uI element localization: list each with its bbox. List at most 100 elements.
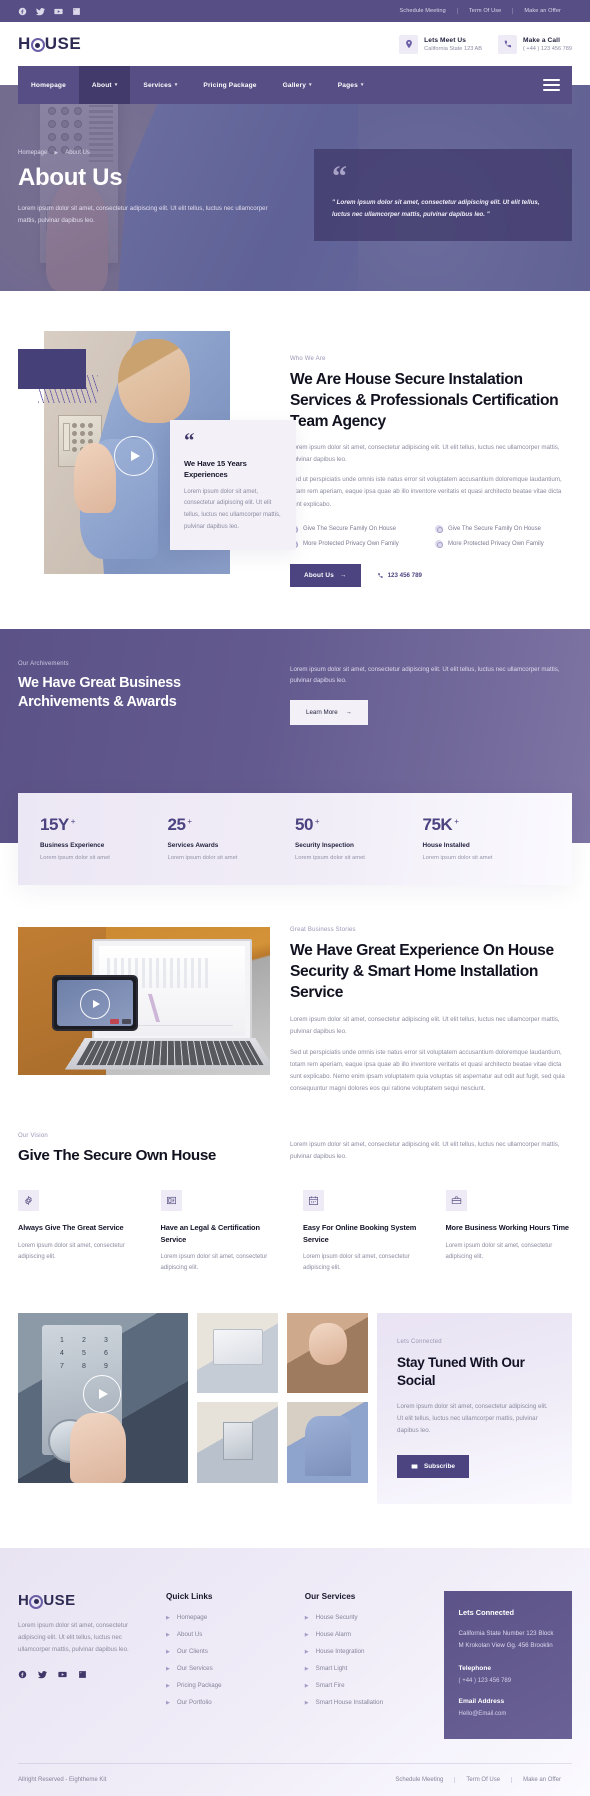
feature-title: Have an Legal & Certification Service [160,1223,260,1244]
video-play-button[interactable] [83,1374,121,1413]
who-we-are-feature-list: Give The Secure Family On House Give The… [290,524,572,548]
top-link-schedule-meeting[interactable]: Schedule Meeting [388,8,456,14]
footer-email-value[interactable]: Hello@Email.com [459,1711,557,1717]
who-we-are-eyebrow: Who We Are [290,356,326,362]
video-play-button[interactable] [114,436,154,476]
footer-link-term-of-use[interactable]: Term Of Use [454,1777,511,1784]
hero-description: Lorem ipsum dolor sit amet, consectetur … [18,205,268,224]
list-item[interactable]: ▶ Our Portfolio [166,1699,287,1706]
stat-sub: Lorem ipsum dolor sit amet [40,855,110,862]
stat-card: 75K + House Installed Lorem ipsum dolor s… [423,815,551,861]
video-play-button[interactable] [80,989,110,1020]
list-item-label: House Security [315,1614,358,1622]
about-us-button[interactable]: About Us → [290,563,361,587]
achievements-section: Our Archivements We Have Great Business … [0,628,590,886]
stat-number: 75K [422,815,453,835]
check-bullet-icon [435,539,443,548]
footer-link-schedule-meeting[interactable]: Schedule Meeting [384,1777,454,1783]
list-item-label: House Integration [315,1648,365,1656]
list-item[interactable]: ▶ Our Clients [166,1648,287,1655]
stat-plus: + [314,817,320,827]
youtube-icon[interactable] [54,7,63,16]
nav-item-services[interactable]: Services ▾ [130,66,190,104]
who-we-are-title: We Are House Secure Instalation Services… [290,371,559,431]
gallery-thumb-keypad[interactable] [197,1402,278,1483]
arrow-right-icon: → [340,571,347,579]
nav-label: Homepage [31,81,66,89]
list-item-label: Our Portfolio [176,1699,212,1707]
keypad-digit: 7 [60,1362,64,1370]
stat-plus: + [70,817,76,827]
our-vision-section: Our Vision Give The Secure Own House Lor… [0,1095,590,1275]
hero-banner: Homepage ▶ About Us About Us Lorem ipsum… [0,85,590,291]
stat-label: House Installed [422,842,470,850]
nav-label: Services [143,81,172,89]
logo-text-post: USE [44,34,82,53]
list-item[interactable]: ▶ Smart Fire [305,1682,426,1689]
nav-label: Pricing Package [203,81,257,89]
list-item[interactable]: ▶ House Alarm [305,1631,426,1638]
header-meet-us[interactable]: Lets Meet Us California State 123 AB [399,34,482,54]
list-item[interactable]: ▶ Homepage [166,1614,287,1621]
who-we-are-paragraph-2: Sed ut perspiciatis unde omnis iste natu… [290,476,562,508]
logo[interactable]: H USE [18,34,81,54]
list-item-label: Smart House Installation [315,1699,384,1707]
nav-item-pages[interactable]: Pages ▾ [325,66,377,104]
nav-item-pricing-package[interactable]: Pricing Package [190,66,269,104]
certificate-icon [160,1190,182,1212]
vision-title: Give The Secure Own House [18,1146,217,1164]
list-item[interactable]: ▶ About Us [166,1631,287,1638]
about-us-button-label: About Us [304,571,334,579]
keypad-digit: 8 [82,1362,86,1370]
list-item[interactable]: ▶ Smart Light [305,1665,426,1672]
hamburger-menu-icon[interactable] [543,79,560,91]
stat-label: Services Awards [167,842,219,850]
social-subscribe-card: Lets Connected Stay Tuned With Our Socia… [377,1312,572,1505]
footer-phone-value[interactable]: ( +44 ) 123 456 789 [459,1678,557,1684]
footer-email-label: Email Address [458,1698,505,1706]
nav-item-about[interactable]: About ▾ [78,66,131,104]
gallery-main-image[interactable]: 1 2 3 4 5 6 7 8 9 [18,1312,188,1483]
list-item-label: More Protected Privacy Own Family [448,540,544,547]
stat-plus: + [187,817,192,827]
footer-link-make-an-offer[interactable]: Make an Offer [511,1777,572,1784]
list-item[interactable]: ▶ House Integration [305,1648,426,1655]
list-item[interactable]: ▶ House Security [305,1614,426,1621]
arrow-right-icon: ▶ [304,1699,309,1706]
header-make-a-call[interactable]: Make a Call ( +44 ) 123 456 789 [498,34,572,54]
social-gallery-section: 1 2 3 4 5 6 7 8 9 Lets Connected Stay Tu… [0,1275,590,1505]
gallery-thumb-woman-phone[interactable] [287,1312,368,1394]
footer-bottom-links: Schedule Meeting Term Of Use Make an Off… [384,1777,572,1784]
arrow-right-icon: ▶ [304,1648,309,1655]
nav-item-gallery[interactable]: Gallery ▾ [270,66,325,104]
breadcrumb-current: About Us [65,150,90,157]
footer-logo[interactable]: H USE [18,1592,148,1609]
chevron-down-icon: ▾ [309,81,312,88]
gallery-thumb-technician[interactable] [287,1402,368,1483]
nav-item-list: Homepage About ▾ Services ▾ Pricing Packag… [18,66,377,104]
phone-link[interactable]: 123 456 789 [377,572,422,579]
twitter-icon[interactable] [38,1670,47,1679]
breadcrumb-home[interactable]: Homepage [18,150,47,156]
list-item-label: Our Services [176,1665,213,1673]
top-link-make-an-offer[interactable]: Make an Offer [512,8,572,14]
learn-more-button[interactable]: Learn More → [290,700,368,726]
arrow-right-icon: ▶ [304,1614,309,1621]
business-stories-media [18,927,270,1095]
list-item[interactable]: ▶ Smart House Installation [305,1699,426,1706]
nav-item-homepage[interactable]: Homepage [18,66,79,104]
gallery-thumb-laptop[interactable] [197,1312,278,1394]
facebook-icon[interactable] [18,1670,27,1679]
top-link-term-of-use[interactable]: Term Of Use [456,8,513,14]
linkedin-icon[interactable] [72,7,81,16]
twitter-icon[interactable] [36,7,45,16]
arrow-right-icon: ▶ [166,1665,170,1672]
linkedin-icon[interactable] [78,1670,87,1679]
subscribe-button[interactable]: Subscribe [397,1455,469,1479]
list-item[interactable]: ▶ Our Services [166,1665,287,1672]
facebook-icon[interactable] [18,7,27,16]
youtube-icon[interactable] [58,1670,67,1679]
learn-more-label: Learn More [306,709,338,717]
footer-address: California State Number 123 Block M Krok… [458,1630,554,1649]
list-item[interactable]: ▶ Pricing Package [166,1682,287,1689]
